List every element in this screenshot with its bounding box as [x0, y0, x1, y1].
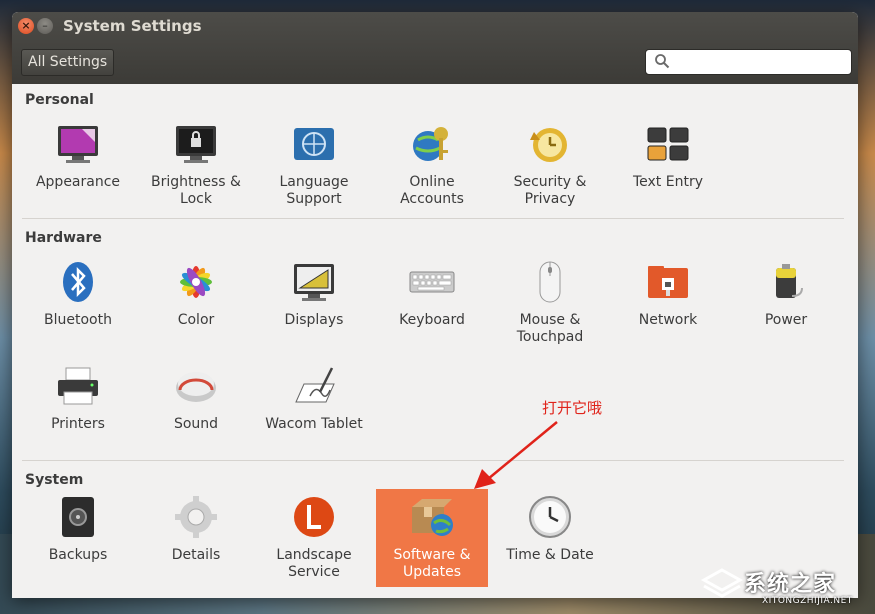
wacom-tablet-icon	[290, 362, 338, 410]
settings-item-text-entry[interactable]: Text Entry	[612, 116, 724, 214]
settings-item-label: Keyboard	[376, 312, 488, 329]
brightness-lock-icon	[172, 120, 220, 168]
language-icon	[290, 120, 338, 168]
watermark-url: XITONGZHIJIA.NET	[762, 596, 853, 606]
search-box[interactable]	[645, 49, 852, 75]
settings-content: Personal Appearance Brightness & LockLangu…	[12, 84, 858, 598]
printer-icon	[54, 362, 102, 410]
settings-item-label: Time & Date	[494, 547, 606, 564]
settings-item-label: Brightness & Lock	[140, 174, 252, 208]
settings-item-label: Color	[140, 312, 252, 329]
settings-item-label: Software & Updates	[376, 547, 488, 581]
settings-item-appearance[interactable]: Appearance	[22, 116, 134, 214]
settings-item-security-privacy[interactable]: Security & Privacy	[494, 116, 606, 214]
annotation-text: 打开它哦	[542, 397, 602, 418]
settings-item-mouse[interactable]: Mouse & Touchpad	[494, 254, 606, 352]
settings-item-label: Displays	[258, 312, 370, 329]
security-privacy-icon	[526, 120, 574, 168]
settings-item-bluetooth[interactable]: Bluetooth	[22, 254, 134, 352]
keyboard-icon	[408, 258, 456, 306]
titlebar: × – System Settings All Settings	[12, 12, 858, 84]
watermark-logo-icon	[700, 566, 744, 602]
bluetooth-icon	[54, 258, 102, 306]
settings-item-details-gear[interactable]: Details	[140, 489, 252, 587]
search-icon	[654, 53, 670, 69]
backups-icon	[54, 493, 102, 541]
close-button[interactable]: ×	[18, 18, 34, 34]
settings-item-sound[interactable]: Sound	[140, 358, 252, 456]
section-title-system: System	[25, 472, 83, 488]
settings-item-label: Sound	[140, 416, 252, 433]
appearance-icon	[54, 120, 102, 168]
settings-item-keyboard[interactable]: Keyboard	[376, 254, 488, 352]
settings-item-label: Landscape Service	[258, 547, 370, 581]
annotation-arrow-icon	[472, 417, 572, 492]
window-title: System Settings	[63, 17, 202, 35]
settings-item-language[interactable]: Language Support	[258, 116, 370, 214]
settings-item-software-updates[interactable]: Software & Updates	[376, 489, 488, 587]
close-icon: ×	[21, 19, 30, 32]
settings-item-power[interactable]: Power	[730, 254, 842, 352]
sound-icon	[172, 362, 220, 410]
system-settings-window: × – System Settings All Settings Persona…	[12, 12, 858, 598]
clock-icon	[526, 493, 574, 541]
settings-item-label: Online Accounts	[376, 174, 488, 208]
settings-item-backups[interactable]: Backups	[22, 489, 134, 587]
settings-item-label: Wacom Tablet	[258, 416, 370, 433]
settings-item-label: Security & Privacy	[494, 174, 606, 208]
watermark-text: 系统之家	[744, 566, 836, 598]
section-title-personal: Personal	[25, 92, 94, 108]
section-divider	[22, 460, 844, 461]
settings-item-landscape[interactable]: Landscape Service	[258, 489, 370, 587]
mouse-icon	[526, 258, 574, 306]
section-title-hardware: Hardware	[25, 230, 102, 246]
settings-item-label: Details	[140, 547, 252, 564]
settings-item-label: Mouse & Touchpad	[494, 312, 606, 346]
power-icon	[762, 258, 810, 306]
minimize-button[interactable]: –	[37, 18, 53, 34]
text-entry-icon	[644, 120, 692, 168]
displays-icon	[290, 258, 338, 306]
settings-item-label: Language Support	[258, 174, 370, 208]
network-icon	[644, 258, 692, 306]
watermark: 系统之家 XITONGZHIJIA.NET	[700, 566, 870, 610]
settings-item-network[interactable]: Network	[612, 254, 724, 352]
settings-item-label: Bluetooth	[22, 312, 134, 329]
software-updates-icon	[408, 493, 456, 541]
settings-item-label: Appearance	[22, 174, 134, 191]
settings-item-brightness-lock[interactable]: Brightness & Lock	[140, 116, 252, 214]
landscape-icon	[290, 493, 338, 541]
settings-item-label: Network	[612, 312, 724, 329]
settings-item-online-accounts[interactable]: Online Accounts	[376, 116, 488, 214]
settings-item-label: Text Entry	[612, 174, 724, 191]
search-input[interactable]	[674, 52, 848, 72]
all-settings-button[interactable]: All Settings	[21, 49, 114, 76]
minimize-icon: –	[42, 19, 48, 32]
details-gear-icon	[172, 493, 220, 541]
settings-item-displays[interactable]: Displays	[258, 254, 370, 352]
settings-item-clock[interactable]: Time & Date	[494, 489, 606, 587]
settings-item-label: Backups	[22, 547, 134, 564]
settings-item-color[interactable]: Color	[140, 254, 252, 352]
color-icon	[172, 258, 220, 306]
section-divider	[22, 218, 844, 219]
settings-item-wacom-tablet[interactable]: Wacom Tablet	[258, 358, 370, 456]
settings-item-label: Printers	[22, 416, 134, 433]
online-accounts-icon	[408, 120, 456, 168]
settings-item-label: Power	[730, 312, 842, 329]
settings-item-printer[interactable]: Printers	[22, 358, 134, 456]
